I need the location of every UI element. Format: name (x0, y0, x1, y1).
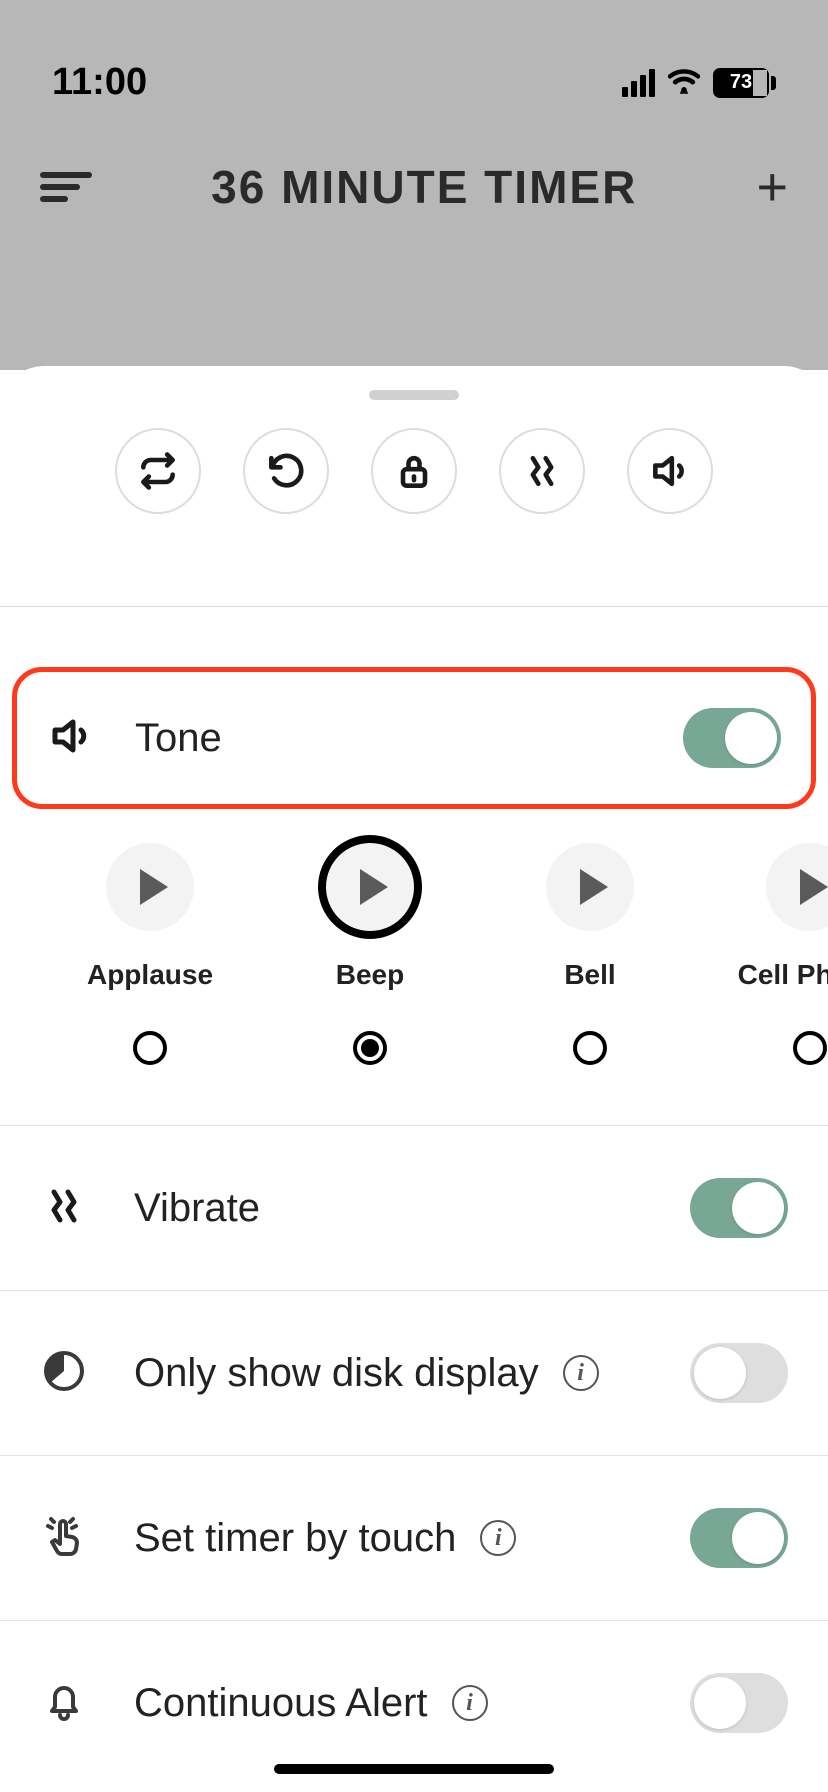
settings-sheet: Tone Applause Beep Bell Cell Ph (0, 366, 828, 1792)
play-button[interactable] (326, 843, 414, 931)
repeat-button[interactable] (115, 428, 201, 514)
vibrate-label: Vibrate (134, 1186, 260, 1231)
play-button[interactable] (106, 843, 194, 931)
disk-icon (40, 1347, 88, 1400)
tone-item-label: Cell Phone (738, 959, 828, 991)
page-title: 36 MINUTE TIMER (211, 160, 637, 214)
menu-icon[interactable] (40, 166, 92, 208)
sound-button[interactable] (627, 428, 713, 514)
bell-icon (40, 1677, 88, 1730)
disk-display-row: Only show disk display i (0, 1291, 828, 1455)
tone-radio[interactable] (573, 1031, 607, 1065)
vibrate-icon (520, 449, 564, 493)
set-by-touch-row: Set timer by touch i (0, 1456, 828, 1620)
speaker-icon (47, 712, 95, 765)
wifi-icon (667, 66, 701, 99)
vibrate-toggle[interactable] (690, 1178, 788, 1238)
tones-list[interactable]: Applause Beep Bell Cell Phone Cordless P (0, 809, 828, 1065)
play-button[interactable] (766, 843, 828, 931)
disk-display-label: Only show disk display (134, 1351, 539, 1396)
info-icon[interactable]: i (480, 1520, 516, 1556)
repeat-icon (136, 449, 180, 493)
cellular-signal-icon (622, 69, 655, 97)
tone-item-label: Beep (336, 959, 404, 991)
tone-item-bell: Bell (490, 843, 690, 1065)
disk-display-toggle[interactable] (690, 1343, 788, 1403)
quick-action-row (0, 428, 828, 554)
reset-icon (264, 449, 308, 493)
reset-button[interactable] (243, 428, 329, 514)
tone-item-cellphone: Cell Phone (710, 843, 828, 1065)
set-by-touch-toggle[interactable] (690, 1508, 788, 1568)
vibrate-icon (40, 1182, 88, 1235)
tone-item-label: Applause (87, 959, 213, 991)
status-bar: 11:00 73 (0, 0, 828, 120)
info-icon[interactable]: i (563, 1355, 599, 1391)
color-selector-peek[interactable] (0, 554, 828, 606)
tone-row-highlighted: Tone (12, 667, 816, 809)
battery-icon: 73 (713, 68, 776, 98)
status-indicators: 73 (622, 66, 776, 99)
continuous-alert-toggle[interactable] (690, 1673, 788, 1733)
lock-icon (392, 449, 436, 493)
tone-radio[interactable] (793, 1031, 827, 1065)
set-by-touch-label: Set timer by touch (134, 1516, 456, 1561)
add-button[interactable]: + (756, 160, 788, 214)
tone-item-label: Bell (564, 959, 615, 991)
tone-toggle[interactable] (683, 708, 781, 768)
tone-radio[interactable] (133, 1031, 167, 1065)
tone-item-applause: Applause (50, 843, 250, 1065)
delete-timer-button[interactable]: DELETE TIMER (0, 1785, 828, 1792)
touch-icon (40, 1512, 88, 1565)
play-button[interactable] (546, 843, 634, 931)
continuous-alert-label: Continuous Alert (134, 1681, 428, 1726)
vibrate-button[interactable] (499, 428, 585, 514)
info-icon[interactable]: i (452, 1685, 488, 1721)
lock-button[interactable] (371, 428, 457, 514)
vibrate-row: Vibrate (0, 1126, 828, 1290)
continuous-alert-row: Continuous Alert i (0, 1621, 828, 1785)
sound-icon (648, 449, 692, 493)
home-indicator[interactable] (274, 1764, 554, 1774)
tone-label: Tone (135, 716, 222, 761)
status-time: 11:00 (52, 61, 147, 104)
tone-radio[interactable] (353, 1031, 387, 1065)
tone-item-beep: Beep (270, 843, 470, 1065)
sheet-grabber[interactable] (369, 390, 459, 400)
